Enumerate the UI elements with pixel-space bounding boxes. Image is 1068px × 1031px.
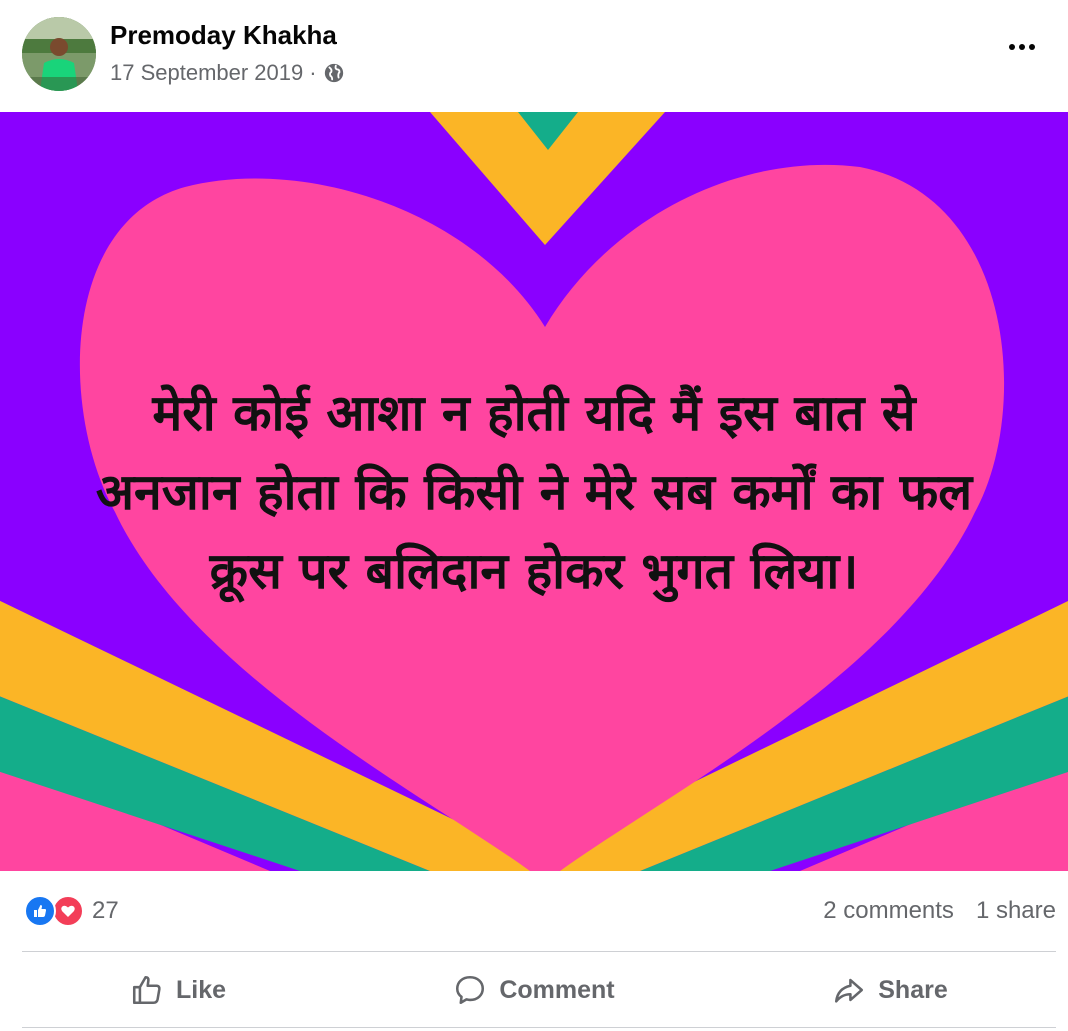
post-text-line: क्रूस पर बलिदान होकर भुगत लिया। (209, 542, 859, 600)
meta-separator: · (309, 60, 317, 85)
comment-icon (456, 975, 485, 1005)
share-button[interactable]: Share (712, 952, 1068, 1028)
post-stats: 27 2 comments 1 share (0, 871, 1068, 951)
love-icon (52, 895, 84, 927)
action-bar: Like Comment Share (0, 952, 1068, 1028)
post-text-line: मेरी कोई आशा न होती यदि मैं इस बात से (152, 384, 916, 442)
more-dot (1029, 44, 1035, 50)
comment-label: Comment (499, 975, 615, 1004)
post-header: Premoday Khakha 17 September 2019 · (0, 0, 1068, 112)
post-text-line: अनजान होता कि किसी ने मेरे सब कर्मों का … (95, 463, 973, 521)
like-icon (24, 895, 56, 927)
more-dot (1009, 44, 1015, 50)
like-label: Like (175, 975, 227, 1004)
share-label: Share (878, 975, 948, 1004)
divider (22, 1027, 1056, 1028)
avatar-photo (22, 17, 96, 91)
post-date[interactable]: 17 September 2019 (110, 60, 303, 86)
engagement-counts: 2 comments 1 share (823, 897, 1056, 925)
author-name[interactable]: Premoday Khakha (110, 20, 337, 51)
avatar[interactable] (22, 17, 96, 91)
post-text: मेरी कोई आशा न होती यदि मैं इस बात से अन… (0, 374, 1068, 611)
reactions-summary[interactable]: 27 (24, 895, 119, 927)
post-image[interactable]: मेरी कोई आशा न होती यदि मैं इस बात से अन… (0, 112, 1068, 871)
more-dot (1019, 44, 1025, 50)
thumbs-up-icon (132, 975, 161, 1005)
like-button[interactable]: Like (0, 952, 356, 1028)
shares-count[interactable]: 1 share (976, 897, 1056, 925)
reaction-count: 27 (92, 897, 119, 924)
share-arrow-icon (835, 978, 864, 1003)
comment-button[interactable]: Comment (356, 952, 712, 1028)
globe-icon[interactable] (323, 62, 345, 84)
comments-count[interactable]: 2 comments (823, 897, 954, 925)
post-meta: 17 September 2019 · (110, 60, 345, 86)
more-options-icon[interactable] (1002, 32, 1042, 62)
